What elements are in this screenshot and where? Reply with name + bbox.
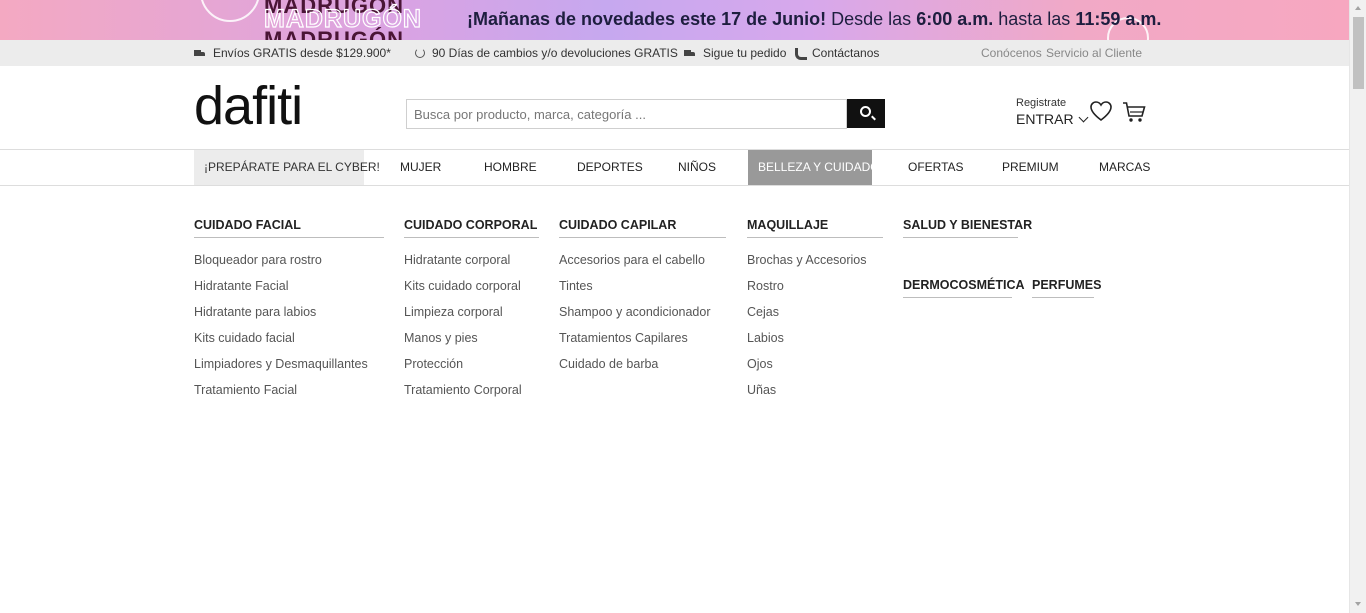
search-button[interactable] bbox=[847, 99, 885, 128]
account-menu[interactable]: Registrate ENTRAR bbox=[1016, 97, 1089, 127]
customer-service-link[interactable]: Servicio al Cliente bbox=[1046, 46, 1142, 60]
nav-item-ofertas[interactable]: OFERTAS bbox=[908, 150, 964, 185]
nav-item-mujer[interactable]: MUJER bbox=[400, 150, 441, 185]
menu-heading[interactable]: CUIDADO FACIAL bbox=[194, 218, 384, 238]
promo-time-start: 6:00 a.m. bbox=[916, 9, 994, 29]
free-shipping-link[interactable]: Envíos GRATIS desde $129.900* bbox=[194, 46, 391, 60]
menu-link[interactable]: Ojos bbox=[747, 356, 883, 382]
menu-column-maquillaje: MAQUILLAJE Brochas y Accesorios Rostro C… bbox=[747, 218, 883, 408]
nav-item-hombre[interactable]: HOMBRE bbox=[484, 150, 537, 185]
cart-icon[interactable] bbox=[1122, 101, 1146, 123]
menu-link[interactable]: Hidratante corporal bbox=[404, 252, 539, 278]
refresh-icon bbox=[415, 48, 425, 58]
heart-icon[interactable] bbox=[1089, 99, 1113, 123]
menu-link[interactable]: Rostro bbox=[747, 278, 883, 304]
menu-link[interactable]: Brochas y Accesorios bbox=[747, 252, 883, 278]
scrollbar-thumb[interactable] bbox=[1353, 17, 1364, 89]
free-shipping-label: Envíos GRATIS desde $129.900* bbox=[213, 46, 391, 60]
promo-brand-word: MADRUGÓN bbox=[263, 4, 422, 33]
returns-link[interactable]: 90 Días de cambios y/o devoluciones GRAT… bbox=[415, 46, 678, 60]
about-link[interactable]: Conócenos bbox=[981, 46, 1042, 60]
menu-link[interactable]: Tratamiento Facial bbox=[194, 382, 384, 408]
track-order-label: Sigue tu pedido bbox=[703, 46, 787, 60]
register-link[interactable]: Registrate bbox=[1016, 97, 1087, 109]
dafiti-logo[interactable]: dafiti bbox=[194, 79, 303, 133]
promo-headline: ¡Mañanas de novedades este 17 de Junio! … bbox=[467, 9, 1161, 30]
menu-heading[interactable]: CUIDADO CAPILAR bbox=[559, 218, 726, 238]
menu-heading[interactable]: MAQUILLAJE bbox=[747, 218, 883, 238]
utility-bar: Envíos GRATIS desde $129.900* 90 Días de… bbox=[0, 40, 1349, 66]
site-header: dafiti Registrate ENTRAR bbox=[0, 66, 1349, 149]
nav-item-cyber[interactable]: ¡PREPÁRATE PARA EL CYBER! bbox=[194, 150, 380, 185]
menu-link[interactable]: Labios bbox=[747, 330, 883, 356]
promo-headline-text-1: Desde las bbox=[831, 9, 912, 29]
menu-link[interactable]: Kits cuidado facial bbox=[194, 330, 384, 356]
track-order-link[interactable]: Sigue tu pedido bbox=[684, 46, 786, 60]
phone-icon bbox=[795, 48, 807, 60]
menu-link[interactable]: Bloqueador para rostro bbox=[194, 252, 384, 278]
menu-column-corporal: CUIDADO CORPORAL Hidratante corporal Kit… bbox=[404, 218, 539, 408]
menu-link[interactable]: Hidratante para labios bbox=[194, 304, 384, 330]
menu-link[interactable]: Accesorios para el cabello bbox=[559, 252, 726, 278]
menu-column-salud: SALUD Y BIENESTAR bbox=[903, 218, 1032, 238]
menu-link[interactable]: Shampoo y acondicionador bbox=[559, 304, 726, 330]
menu-heading[interactable]: CUIDADO CORPORAL bbox=[404, 218, 539, 238]
search-input[interactable] bbox=[406, 99, 847, 129]
menu-column-perfumes: PERFUMES bbox=[1032, 278, 1101, 298]
menu-link[interactable]: Tratamiento Corporal bbox=[404, 382, 539, 408]
menu-heading[interactable]: SALUD Y BIENESTAR bbox=[903, 218, 1032, 238]
menu-link[interactable]: Tintes bbox=[559, 278, 726, 304]
menu-link[interactable]: Tratamientos Capilares bbox=[559, 330, 726, 356]
promo-time-end: 11:59 a.m. bbox=[1075, 9, 1162, 29]
search-icon bbox=[860, 106, 871, 117]
menu-link[interactable]: Kits cuidado corporal bbox=[404, 278, 539, 304]
nav-item-premium[interactable]: PREMIUM bbox=[1002, 150, 1059, 185]
menu-link[interactable]: Cejas bbox=[747, 304, 883, 330]
menu-link[interactable]: Cuidado de barba bbox=[559, 356, 726, 382]
scroll-down-arrow-icon[interactable] bbox=[1350, 596, 1366, 613]
decorative-circle bbox=[200, 0, 260, 22]
returns-label: 90 Días de cambios y/o devoluciones GRAT… bbox=[432, 46, 678, 60]
menu-link[interactable]: Uñas bbox=[747, 382, 883, 408]
main-nav: ¡PREPÁRATE PARA EL CYBER! MUJER HOMBRE D… bbox=[0, 149, 1349, 186]
promo-headline-bold: ¡Mañanas de novedades este 17 de Junio! bbox=[467, 9, 827, 29]
chevron-down-icon bbox=[1078, 112, 1089, 122]
nav-item-belleza[interactable]: BELLEZA Y CUIDADO bbox=[748, 150, 880, 185]
menu-column-facial: CUIDADO FACIAL Bloqueador para rostro Hi… bbox=[194, 218, 384, 408]
promo-banner[interactable]: MADRUGÓN MADRUGÓN MADRUGÓN ¡Mañanas de n… bbox=[0, 0, 1349, 40]
menu-heading[interactable]: DERMOCOSMÉTICA bbox=[903, 278, 1025, 298]
promo-headline-text-2: hasta las bbox=[998, 9, 1071, 29]
nav-item-marcas[interactable]: MARCAS bbox=[1099, 150, 1150, 185]
truck-icon bbox=[684, 49, 696, 58]
vertical-scrollbar[interactable] bbox=[1349, 0, 1366, 613]
nav-item-ninos[interactable]: NIÑOS bbox=[678, 150, 716, 185]
menu-link[interactable]: Limpiadores y Desmaquillantes bbox=[194, 356, 384, 382]
menu-heading[interactable]: PERFUMES bbox=[1032, 278, 1101, 298]
menu-link[interactable]: Protección bbox=[404, 356, 539, 382]
menu-link[interactable]: Manos y pies bbox=[404, 330, 539, 356]
menu-link[interactable]: Limpieza corporal bbox=[404, 304, 539, 330]
login-label: ENTRAR bbox=[1016, 111, 1074, 127]
menu-link[interactable]: Hidratante Facial bbox=[194, 278, 384, 304]
menu-column-capilar: CUIDADO CAPILAR Accesorios para el cabel… bbox=[559, 218, 726, 382]
menu-column-dermo: DERMOCOSMÉTICA bbox=[903, 278, 1025, 298]
truck-icon bbox=[194, 49, 206, 58]
login-dropdown[interactable]: ENTRAR bbox=[1016, 111, 1089, 127]
nav-item-deportes[interactable]: DEPORTES bbox=[577, 150, 643, 185]
contact-link[interactable]: Contáctanos bbox=[795, 46, 879, 60]
scroll-up-arrow-icon[interactable] bbox=[1350, 0, 1366, 17]
contact-label: Contáctanos bbox=[812, 46, 880, 60]
